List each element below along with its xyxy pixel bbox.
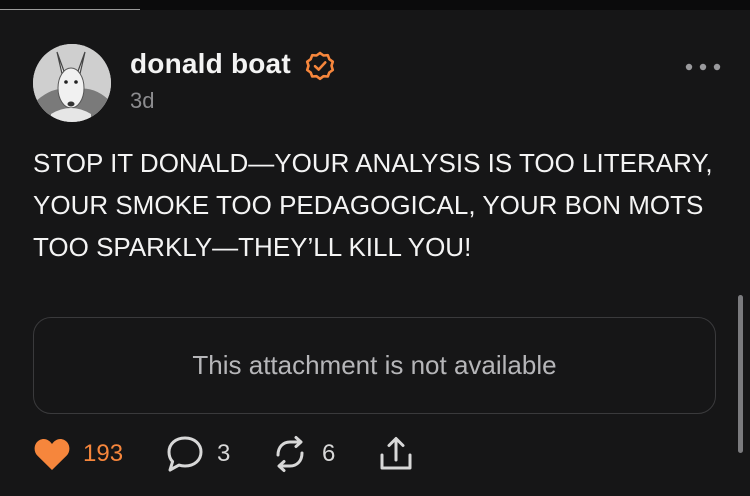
repost-count: 6	[322, 440, 336, 467]
more-icon[interactable]	[683, 61, 723, 73]
author-name[interactable]: donald boat	[130, 48, 291, 80]
like-button[interactable]: 193	[33, 434, 123, 474]
avatar[interactable]	[33, 44, 111, 122]
reply-count: 3	[217, 440, 231, 467]
reply-button[interactable]: 3	[165, 434, 230, 474]
share-icon	[380, 437, 412, 470]
repost-button[interactable]: 6	[270, 434, 335, 474]
scrollbar[interactable]	[738, 295, 743, 453]
top-bar	[0, 0, 750, 10]
verified-icon	[305, 51, 335, 81]
heart-icon	[34, 438, 70, 470]
action-bar: 193 3 6	[33, 434, 453, 474]
attachment-placeholder: This attachment is not available	[33, 317, 716, 414]
like-count: 193	[83, 440, 124, 467]
post-text: STOP IT DONALD—YOUR ANALYSIS IS TOO LITE…	[33, 148, 713, 262]
repost-icon	[276, 436, 304, 472]
share-button[interactable]	[377, 434, 415, 474]
attachment-notice: This attachment is not available	[192, 350, 557, 380]
comment-icon	[167, 436, 203, 472]
post-time: 3d	[130, 88, 155, 113]
